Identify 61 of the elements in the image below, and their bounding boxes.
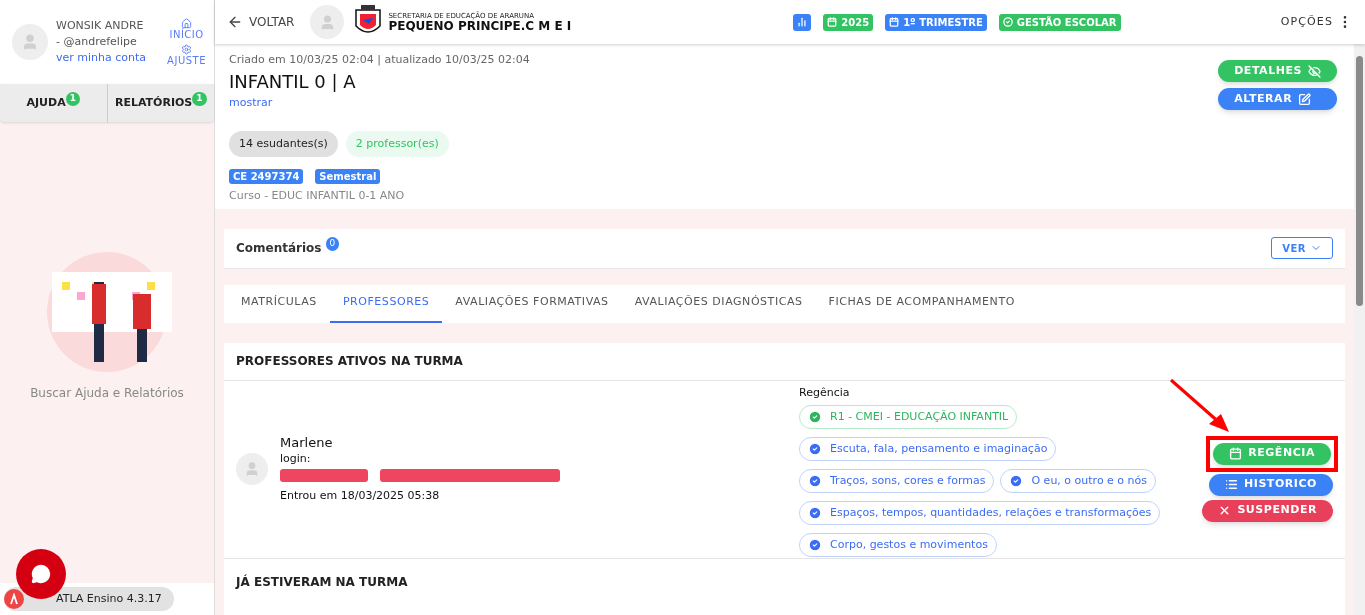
version-text: ATLA Ensino 4.3.17 (56, 590, 162, 607)
school-name: PEQUENO PRINCIPE.C M E I (388, 19, 572, 32)
eye-off-icon (1308, 64, 1321, 78)
tab[interactable]: AVALIAÇÕES FORMATIVAS (442, 284, 622, 323)
options-button[interactable]: OPÇÕES (1280, 13, 1353, 31)
check-circle-icon (808, 506, 822, 520)
user-avatar-icon (12, 24, 48, 60)
show-link[interactable]: mostrar (229, 94, 530, 111)
count-badge: 1 (192, 92, 207, 106)
count-chip: 14 esudantes(s) (229, 131, 338, 157)
regencia-label: Regência (799, 384, 851, 401)
view-button[interactable]: VER (1271, 237, 1333, 259)
sidebar-tab[interactable]: RELATÓRIOS 1 (106, 84, 214, 122)
course-name: Curso - EDUC INFANTIL 0-1 ANO (229, 188, 406, 204)
calendar-icon (827, 17, 838, 27)
history-button[interactable]: HISTORICO (1209, 473, 1333, 496)
class-meta: Criado em 10/03/25 02:04 | atualizado 10/03/25 02:04 (229, 52, 530, 68)
account-link[interactable]: ver minha conta (56, 49, 148, 67)
tab[interactable]: PROFESSORES (329, 284, 443, 323)
back-button[interactable]: VOLTAR (227, 13, 295, 31)
settings-icon (181, 44, 193, 55)
teacher-avatar-icon (236, 453, 268, 485)
calendar-icon (1229, 447, 1243, 460)
teacher-name: Marlene (280, 434, 334, 451)
section-title: PROFESSORES ATIVOS NA TURMA (236, 353, 463, 370)
status-badge[interactable]: 1º TRIMESTRE (885, 13, 987, 31)
edit-button[interactable]: ALTERAR (1218, 88, 1337, 110)
count-badge: 1 (65, 92, 80, 106)
home-icon (181, 18, 193, 29)
chat-icon (31, 564, 51, 584)
user-name: WONSIK ANDRE - @andrefelipe (56, 17, 145, 50)
check-circle-icon (808, 538, 822, 552)
class-title: INFANTIL 0 | A (229, 69, 357, 94)
school-avatar-icon (310, 5, 345, 39)
help-caption: Buscar Ajuda e Relatórios (30, 385, 184, 402)
tab[interactable]: MATRÍCULAS (228, 284, 330, 323)
chart-icon (797, 17, 808, 27)
count-chip: 2 professor(es) (345, 131, 449, 157)
chart-badge[interactable] (793, 13, 812, 31)
suspend-button[interactable]: SUSPENDER (1202, 499, 1333, 522)
tab[interactable]: AVALIAÇÕES DIAGNÓSTICAS (621, 284, 816, 323)
check-circle-icon (1009, 474, 1024, 488)
teacher-login: login: (280, 450, 312, 467)
logo-icon (4, 589, 24, 609)
home-link[interactable]: INÍCIO (169, 18, 204, 40)
tag-badge: Semestral (315, 169, 381, 184)
calendar-icon (889, 17, 900, 27)
section-title: JÁ ESTIVERAM NA TURMA (236, 573, 408, 591)
tag-badge: CE 2497374 (229, 169, 304, 184)
settings-link[interactable]: AJUSTE (167, 44, 206, 66)
check-circle-icon (808, 474, 822, 488)
check-circle-icon (808, 442, 822, 456)
tab[interactable]: FICHAS DE ACOMPANHAMENTO (815, 284, 1028, 323)
count-badge: 0 (325, 237, 340, 251)
comments-label: Comentários (236, 240, 322, 257)
edit-icon (1298, 92, 1312, 106)
joined-date: Entrou em 18/03/2025 05:38 (280, 487, 441, 504)
list-icon (1225, 478, 1238, 491)
check-circle-icon (808, 410, 822, 424)
sidebar-tab[interactable]: AJUDA 1 (0, 84, 107, 122)
check-icon (1002, 17, 1013, 27)
